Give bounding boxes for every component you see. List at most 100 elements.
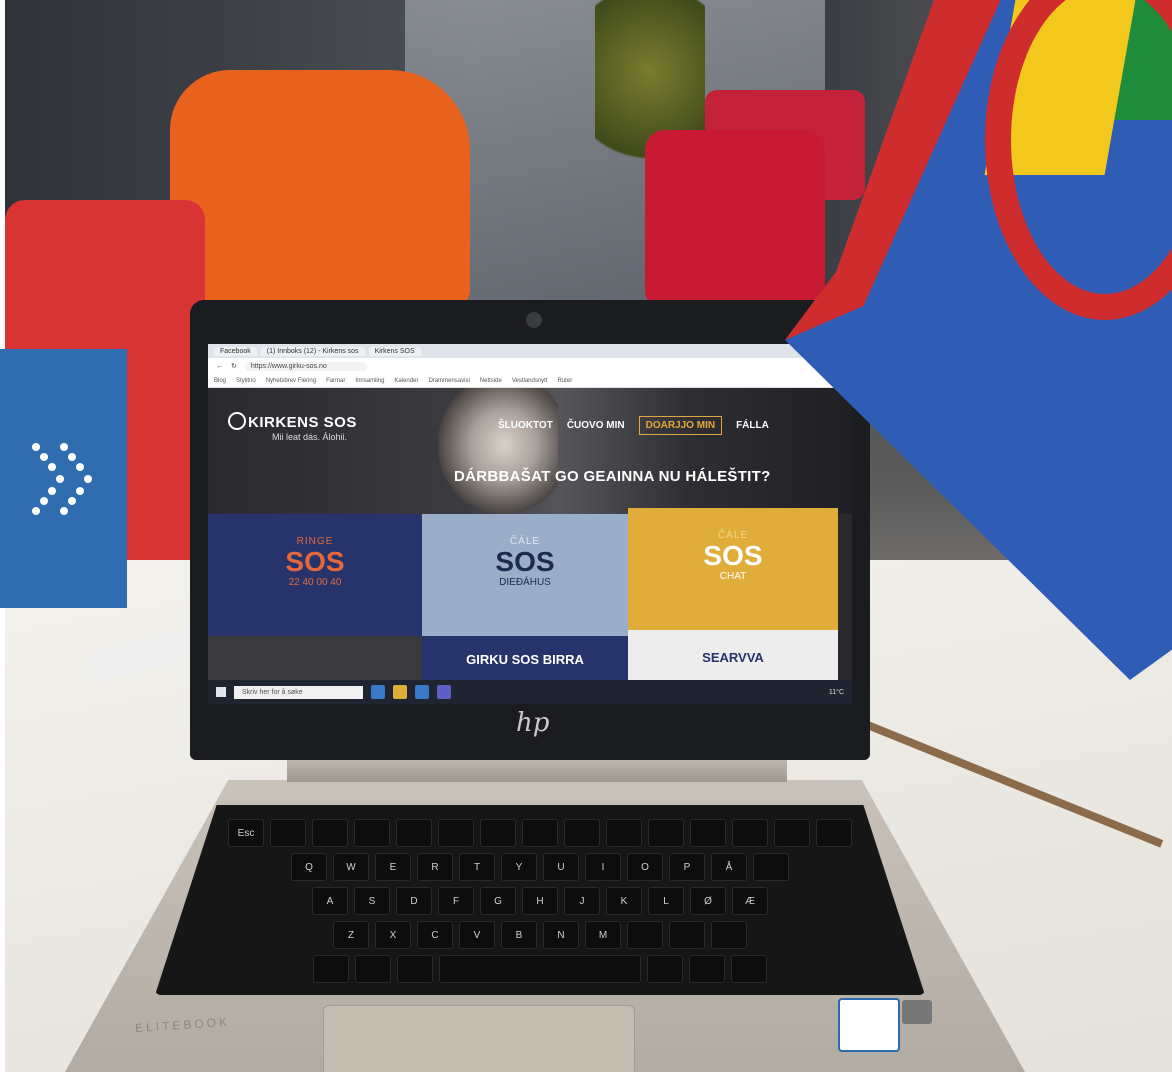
key: L bbox=[648, 887, 684, 915]
url-field[interactable]: https://www.girku-sos.no bbox=[244, 361, 367, 371]
browser-tab[interactable]: (1) Innboks (12) - Kirkens sos bbox=[260, 346, 365, 356]
key bbox=[438, 819, 474, 847]
key: V bbox=[459, 921, 495, 949]
reload-icon[interactable]: ↻ bbox=[231, 362, 237, 370]
laptop-lid: hp Facebook (1) Innboks (12) - Kirkens s… bbox=[190, 300, 870, 760]
key: Æ bbox=[732, 887, 768, 915]
hero-photo bbox=[438, 388, 558, 514]
bookmark[interactable]: Innsamling bbox=[355, 378, 384, 384]
key: Q bbox=[291, 853, 327, 881]
weather-tray[interactable]: 11°C bbox=[829, 689, 844, 696]
fingerprint-reader bbox=[902, 1000, 932, 1024]
browser-tab[interactable]: Kirkens SOS bbox=[368, 346, 421, 356]
windows-start-icon[interactable] bbox=[216, 687, 226, 697]
photo-scene: Esc QWERTYUIOPÅ ASDFGHJKLØÆ ZXCVBNM E LI T… bbox=[5, 0, 1172, 1072]
key bbox=[627, 921, 663, 949]
key: P bbox=[669, 853, 705, 881]
website: KIRKENS SOS Mii leat dás. Álohii. ŠLUOKT… bbox=[208, 388, 852, 688]
key: O bbox=[627, 853, 663, 881]
site-logo[interactable]: KIRKENS SOS bbox=[228, 412, 357, 431]
taskbar-search[interactable]: Skriv her for å søke bbox=[234, 685, 363, 699]
key: Z bbox=[333, 921, 369, 949]
tile-big: SOS bbox=[703, 540, 763, 571]
key bbox=[690, 819, 726, 847]
key bbox=[397, 955, 433, 983]
browser-tab[interactable]: Facebook bbox=[214, 346, 257, 356]
key bbox=[711, 921, 747, 949]
key: I bbox=[585, 853, 621, 881]
tile-sub: DIEĐÁHUS bbox=[499, 577, 551, 588]
bookmark[interactable]: Kalender bbox=[394, 378, 418, 384]
bookmark[interactable]: Ruter bbox=[558, 378, 573, 384]
key bbox=[816, 819, 852, 847]
bookmark[interactable]: Stylitno bbox=[236, 378, 256, 384]
nav-item[interactable]: ŠLUOKTOT bbox=[498, 420, 553, 431]
contact-tiles: RINGE SOS 22 40 00 40 ČÁLE SOS DIEĐÁHUS … bbox=[208, 508, 852, 688]
bookmark[interactable]: Blog bbox=[214, 378, 226, 384]
key: W bbox=[333, 853, 369, 881]
back-icon[interactable]: ← bbox=[216, 363, 223, 370]
nav-item[interactable]: ČUOVO MIN bbox=[567, 420, 625, 431]
bookmark[interactable]: Vestlandsnytt bbox=[512, 378, 548, 384]
chat-tile[interactable]: ČÁLE SOS CHAT bbox=[628, 508, 838, 630]
key: R bbox=[417, 853, 453, 881]
key bbox=[396, 819, 432, 847]
key: A bbox=[312, 887, 348, 915]
overlay-panel[interactable] bbox=[0, 349, 127, 608]
double-chevron-right-icon bbox=[32, 443, 92, 515]
key: J bbox=[564, 887, 600, 915]
laptop-hinge bbox=[287, 760, 787, 782]
bookmark[interactable]: Nettside bbox=[480, 378, 502, 384]
edge-icon[interactable] bbox=[370, 685, 385, 699]
key bbox=[354, 819, 390, 847]
key bbox=[606, 819, 642, 847]
hero-banner: KIRKENS SOS Mii leat dás. Álohii. ŠLUOKT… bbox=[208, 388, 852, 514]
bookmarks-bar: Blog Stylitno Nyhetsbrev Flering Farmar … bbox=[208, 374, 852, 388]
key: S bbox=[354, 887, 390, 915]
key: U bbox=[543, 853, 579, 881]
teams-icon[interactable] bbox=[436, 685, 451, 699]
key: K bbox=[606, 887, 642, 915]
hp-logo: hp bbox=[516, 708, 550, 738]
store-icon[interactable] bbox=[392, 685, 407, 699]
site-nav: ŠLUOKTOT ČUOVO MIN DOARJJO MIN FÁLLA bbox=[498, 416, 769, 435]
red-chair bbox=[645, 130, 825, 310]
key bbox=[355, 955, 391, 983]
key: Esc bbox=[228, 819, 264, 847]
key bbox=[647, 955, 683, 983]
key: G bbox=[480, 887, 516, 915]
key bbox=[480, 819, 516, 847]
tile-big: SOS bbox=[285, 546, 345, 577]
key bbox=[753, 853, 789, 881]
trackpad bbox=[323, 1005, 635, 1072]
key bbox=[731, 955, 767, 983]
key bbox=[732, 819, 768, 847]
site-tagline: Mii leat dás. Álohii. bbox=[272, 432, 348, 442]
phone-tile[interactable]: RINGE SOS 22 40 00 40 bbox=[208, 514, 422, 636]
bookmark[interactable]: Nyhetsbrev Flering bbox=[266, 378, 316, 384]
webcam-icon bbox=[526, 312, 542, 328]
orange-armchair bbox=[170, 70, 470, 310]
key: C bbox=[417, 921, 453, 949]
key: B bbox=[501, 921, 537, 949]
key bbox=[439, 955, 641, 983]
key: D bbox=[396, 887, 432, 915]
laptop-screen: Facebook (1) Innboks (12) - Kirkens sos … bbox=[208, 344, 852, 704]
donate-button[interactable]: DOARJJO MIN bbox=[638, 416, 723, 435]
laptop-keyboard: Esc QWERTYUIOPÅ ASDFGHJKLØÆ ZXCVBNM bbox=[155, 805, 925, 995]
key: F bbox=[438, 887, 474, 915]
key bbox=[522, 819, 558, 847]
bookmark[interactable]: Drammensavisl bbox=[428, 378, 469, 384]
key bbox=[312, 819, 348, 847]
key bbox=[270, 819, 306, 847]
menu-button[interactable]: FÁLLA bbox=[736, 420, 769, 431]
windows-taskbar: Skriv her for å søke 11°C bbox=[208, 680, 852, 704]
browser-tab-bar: Facebook (1) Innboks (12) - Kirkens sos … bbox=[208, 344, 852, 358]
logo-text: KIRKENS SOS bbox=[248, 414, 357, 431]
key: E bbox=[375, 853, 411, 881]
bookmark[interactable]: Farmar bbox=[326, 378, 345, 384]
outlook-icon[interactable] bbox=[414, 685, 429, 699]
key bbox=[313, 955, 349, 983]
key bbox=[564, 819, 600, 847]
message-tile[interactable]: ČÁLE SOS DIEĐÁHUS bbox=[422, 514, 628, 636]
